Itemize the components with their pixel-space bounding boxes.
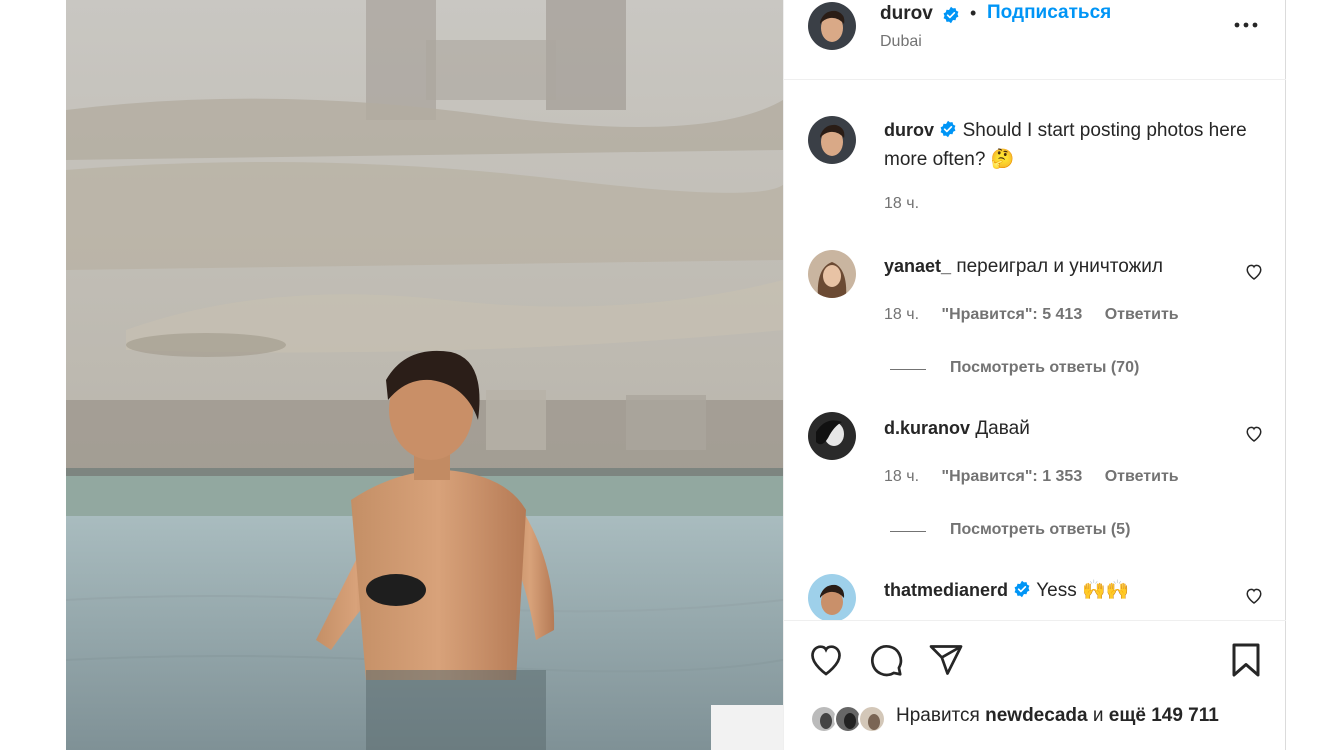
comment-like-heart-icon[interactable] (1245, 425, 1263, 447)
heart-icon[interactable] (808, 642, 844, 681)
comment-time[interactable]: 18 ч. (884, 468, 919, 485)
caption-avatar[interactable] (808, 116, 856, 164)
comment-username[interactable]: yanaet_ (884, 256, 951, 276)
comment-likes-count[interactable]: "Нравится": 1 353 (941, 468, 1082, 485)
likes-user[interactable]: newdecada (985, 705, 1087, 726)
pool-photo-illustration (66, 0, 783, 750)
likes-connector: и (1092, 705, 1104, 726)
verified-badge-icon (942, 6, 960, 29)
comment-like-heart-icon[interactable] (1245, 263, 1263, 285)
reply-button[interactable]: Ответить (1105, 468, 1179, 485)
likes-others[interactable]: ещё 149 711 (1109, 705, 1219, 726)
caption-avatar-image (808, 116, 856, 164)
post-photo[interactable] (66, 0, 783, 750)
comment-text: thatmedianerd Yess 🙌🙌 (884, 577, 1224, 606)
liker-avatar-image (860, 707, 884, 731)
liker-avatar[interactable] (858, 705, 886, 733)
comment-body: Давай (975, 418, 1030, 439)
view-replies-line (890, 531, 926, 532)
comment-like-heart-icon[interactable] (1245, 587, 1263, 609)
commenter-avatar-image (808, 412, 856, 460)
verified-badge-icon (1013, 579, 1031, 606)
view-replies-button[interactable]: Посмотреть ответы (5) (950, 521, 1130, 539)
commenter-avatar[interactable] (808, 412, 856, 460)
comment-meta: 18 ч. "Нравится": 1 353 Ответить (884, 468, 1179, 486)
author-avatar-image (808, 2, 856, 50)
send-icon[interactable] (928, 642, 964, 683)
comments-list[interactable]: durov Should I start posting photos here… (784, 80, 1286, 620)
author-avatar[interactable] (808, 2, 856, 50)
comment-body: переиграл и уничтожил (956, 256, 1164, 277)
caption-username[interactable]: durov (884, 120, 934, 140)
commenter-avatar-image (808, 574, 856, 620)
view-replies-button[interactable]: Посмотреть ответы (70) (950, 359, 1139, 377)
follow-button[interactable]: Подписаться (987, 2, 1111, 24)
post-header: durov • Подписаться Dubai (784, 0, 1286, 80)
commenter-avatar-image (808, 250, 856, 298)
comment-username[interactable]: d.kuranov (884, 418, 970, 438)
separator-dot: • (970, 3, 977, 23)
post-location[interactable]: Dubai (880, 33, 922, 51)
caption-text: durov Should I start posting photos here… (884, 117, 1254, 173)
commenter-avatar[interactable] (808, 250, 856, 298)
likes-summary: Нравится newdecada и ещё 149 711 (896, 705, 1219, 727)
comment-body: Yess 🙌🙌 (1036, 580, 1130, 601)
view-replies-line (890, 369, 926, 370)
commenter-avatar[interactable] (808, 574, 856, 620)
likes-prefix: Нравится (896, 705, 980, 726)
comment-username[interactable]: thatmedianerd (884, 580, 1008, 600)
author-username[interactable]: durov (880, 3, 933, 25)
comment-time[interactable]: 18 ч. (884, 306, 919, 323)
caption-time[interactable]: 18 ч. (884, 195, 919, 213)
comment-icon[interactable] (868, 642, 904, 683)
comment-text: yanaet_ переиграл и уничтожил (884, 253, 1224, 280)
post-actions: Нравится newdecada и ещё 149 711 (784, 620, 1286, 750)
comment-text: d.kuranov Давай (884, 415, 1224, 442)
more-horizontal-icon[interactable] (1230, 15, 1262, 35)
comment-likes-count[interactable]: "Нравится": 5 413 (941, 306, 1082, 323)
post-side-panel: durov • Подписаться Dubai durov Should I… (783, 0, 1286, 750)
comment-meta: 18 ч. "Нравится": 5 413 Ответить (884, 306, 1179, 324)
bookmark-icon[interactable] (1230, 642, 1262, 683)
reply-button[interactable]: Ответить (1105, 306, 1179, 323)
post-dialog: durov • Подписаться Dubai durov Should I… (66, 0, 1286, 750)
verified-badge-icon (939, 119, 957, 146)
